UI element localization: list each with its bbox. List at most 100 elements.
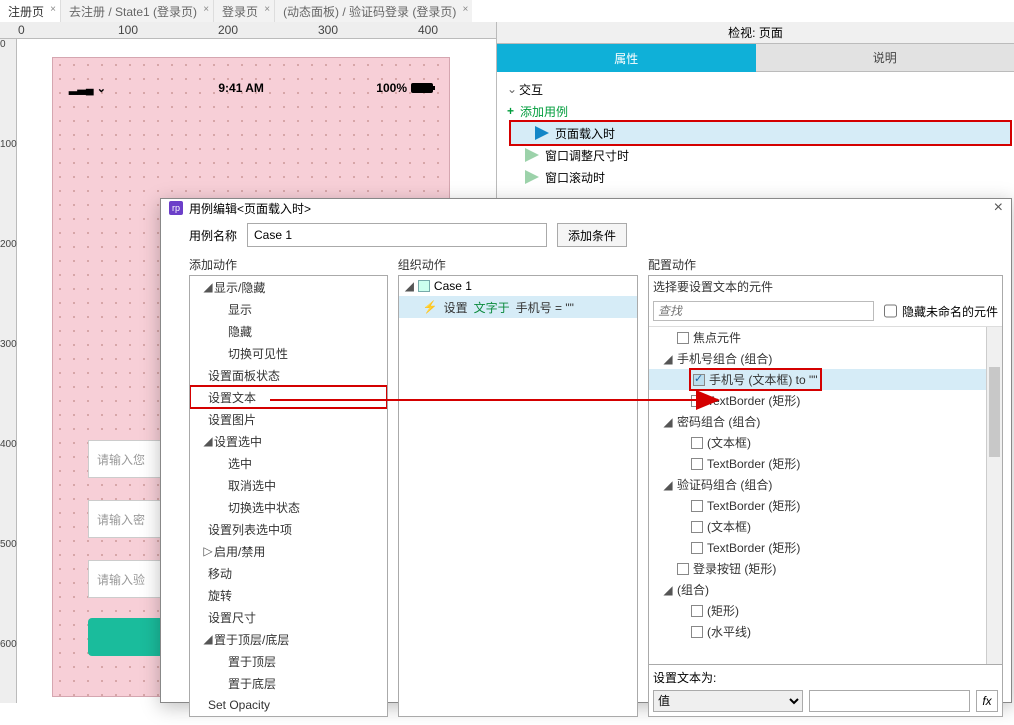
widget-item[interactable]: (矩形) — [649, 600, 1002, 621]
action-set-opacity[interactable]: Set Opacity — [190, 694, 387, 716]
trigger-icon — [525, 170, 539, 184]
widget-item[interactable]: TextBorder (矩形) — [649, 390, 1002, 411]
trigger-window-resize[interactable]: 窗口调整尺寸时 — [501, 144, 1010, 166]
configure-panel: 选择要设置文本的元件 隐藏未命名的元件 焦点元件◢手机号组合 (组合)手机号 (… — [648, 275, 1003, 717]
editor-tabs: 注册页× 去注册 / State1 (登录页) × 登录页× (动态面板) / 验… — [0, 0, 1014, 22]
col-organize-header: 组织动作 — [398, 253, 638, 275]
widget-label: (文本框) — [707, 518, 751, 535]
widget-label: 密码组合 (组合) — [677, 413, 760, 430]
plus-icon: + — [507, 104, 514, 118]
widget-list[interactable]: 焦点元件◢手机号组合 (组合)手机号 (文本框) to ""TextBorder… — [649, 327, 1002, 664]
action-toggle-visibility[interactable]: 切换可见性 — [190, 342, 387, 364]
checkbox[interactable] — [691, 437, 703, 449]
add-condition-button[interactable]: 添加条件 — [557, 223, 627, 247]
widget-item[interactable]: 手机号 (文本框) to "" — [649, 369, 986, 390]
inspector-title: 检视: 页面 — [497, 22, 1014, 44]
widget-item[interactable]: 焦点元件 — [649, 327, 1002, 348]
close-icon[interactable]: × — [463, 4, 469, 15]
fx-button[interactable]: fx — [976, 690, 998, 712]
trigger-window-scroll[interactable]: 窗口滚动时 — [501, 166, 1010, 188]
tab-register[interactable]: 注册页× — [0, 0, 60, 22]
checkbox[interactable] — [691, 521, 703, 533]
close-icon[interactable]: × — [994, 199, 1003, 217]
value-mode-select[interactable]: 值 — [653, 690, 803, 712]
widget-label: TextBorder (矩形) — [707, 455, 800, 472]
search-input[interactable] — [653, 301, 874, 321]
interactions-header[interactable]: ⌄交互 — [501, 78, 1010, 100]
trigger-page-load[interactable]: 页面载入时 — [511, 122, 1010, 144]
hide-unnamed-checkbox[interactable]: 隐藏未命名的元件 — [880, 298, 998, 324]
checkbox[interactable] — [691, 542, 703, 554]
action-set-panel-state[interactable]: 设置面板状态 — [190, 364, 387, 386]
widget-item[interactable]: (文本框) — [649, 516, 1002, 537]
close-icon[interactable]: × — [203, 4, 209, 15]
chevron-down-icon: ◢ — [663, 478, 673, 492]
checkbox[interactable] — [691, 626, 703, 638]
action-toggle-select[interactable]: 切换选中状态 — [190, 496, 387, 518]
action-select[interactable]: 选中 — [190, 452, 387, 474]
signal-icon: ▂▃▄ ⌄ — [69, 82, 106, 95]
action-deselect[interactable]: 取消选中 — [190, 474, 387, 496]
widget-label: TextBorder (矩形) — [707, 497, 800, 514]
tab-properties[interactable]: 属性 — [497, 44, 756, 72]
action-set-size[interactable]: 设置尺寸 — [190, 606, 387, 628]
action-hide[interactable]: 隐藏 — [190, 320, 387, 342]
widget-item[interactable]: ◢ 密码组合 (组合) — [649, 411, 1002, 432]
trigger-icon — [525, 148, 539, 162]
widget-item[interactable]: TextBorder (矩形) — [649, 495, 1002, 516]
action-show[interactable]: 显示 — [190, 298, 387, 320]
tab-captcha[interactable]: (动态面板) / 验证码登录 (登录页) × — [275, 0, 472, 22]
col-configure-header: 配置动作 — [648, 253, 1003, 275]
tab-notes[interactable]: 说明 — [756, 44, 1014, 72]
close-icon[interactable]: × — [50, 4, 56, 15]
widget-item[interactable]: ◢验证码组合 (组合) — [649, 474, 1002, 495]
widget-label: TextBorder (矩形) — [707, 539, 800, 556]
dialog-title: 用例编辑<页面载入时> — [189, 200, 311, 217]
checkbox[interactable] — [677, 332, 689, 344]
checkbox[interactable] — [691, 458, 703, 470]
tab-label: 去注册 / State1 (登录页) — [69, 3, 197, 20]
case-name-input[interactable] — [247, 223, 547, 247]
widget-item[interactable]: ◢手机号组合 (组合) — [649, 348, 1002, 369]
widget-item[interactable]: TextBorder (矩形) — [649, 537, 1002, 558]
widget-label: (组合) — [677, 581, 709, 598]
horizontal-ruler: 0 100 200 300 400 — [0, 22, 496, 39]
widget-item[interactable]: (水平线) — [649, 621, 1002, 642]
action-node[interactable]: ⚡ 设置 文字于 手机号 = "" — [399, 296, 637, 318]
set-text-for-label: 设置文本为: — [653, 669, 998, 686]
action-set-text[interactable]: 设置文本 — [190, 386, 387, 408]
case-node[interactable]: ◢Case 1 — [399, 276, 637, 296]
checkbox[interactable] — [691, 395, 703, 407]
chevron-down-icon: ◢ — [202, 632, 214, 646]
tab-label: (动态面板) / 验证码登录 (登录页) — [283, 3, 456, 20]
clock-text: 9:41 AM — [218, 81, 264, 95]
close-icon[interactable]: × — [264, 4, 270, 15]
action-set-list-selected[interactable]: 设置列表选中项 — [190, 518, 387, 540]
action-bring-front[interactable]: 置于顶层 — [190, 650, 387, 672]
actions-tree[interactable]: ◢显示/隐藏 显示 隐藏 切换可见性 设置面板状态 设置文本 设置图片 ◢设置选… — [189, 275, 388, 717]
case-name-label: 用例名称 — [189, 227, 237, 244]
chevron-down-icon: ◢ — [663, 415, 673, 429]
checkbox[interactable] — [691, 605, 703, 617]
action-set-image[interactable]: 设置图片 — [190, 408, 387, 430]
action-enable-disable[interactable]: ▷启用/禁用 — [190, 540, 387, 562]
action-move[interactable]: 移动 — [190, 562, 387, 584]
scrollbar[interactable] — [986, 327, 1002, 664]
action-send-back[interactable]: 置于底层 — [190, 672, 387, 694]
tab-login[interactable]: 登录页× — [214, 0, 274, 22]
action-rotate[interactable]: 旋转 — [190, 584, 387, 606]
widget-item[interactable]: ◢(组合) — [649, 579, 1002, 600]
checkbox[interactable] — [677, 563, 689, 575]
checkbox[interactable] — [691, 500, 703, 512]
widget-item[interactable]: TextBorder (矩形) — [649, 453, 1002, 474]
widget-item[interactable]: (文本框) — [649, 432, 1002, 453]
dialog-titlebar[interactable]: rp 用例编辑<页面载入时> × — [161, 199, 1011, 217]
widget-item[interactable]: 登录按钮 (矩形) — [649, 558, 1002, 579]
organize-tree[interactable]: ◢Case 1 ⚡ 设置 文字于 手机号 = "" — [398, 275, 638, 717]
tab-goregister[interactable]: 去注册 / State1 (登录页) × — [61, 0, 213, 22]
add-use-case[interactable]: +添加用例 — [501, 100, 1010, 122]
checkbox[interactable] — [693, 374, 705, 386]
value-input[interactable] — [809, 690, 970, 712]
interactions-section: ⌄交互 +添加用例 页面载入时 窗口调整尺寸时 窗口滚动时 — [497, 72, 1014, 194]
battery-label: 100% — [376, 81, 433, 95]
